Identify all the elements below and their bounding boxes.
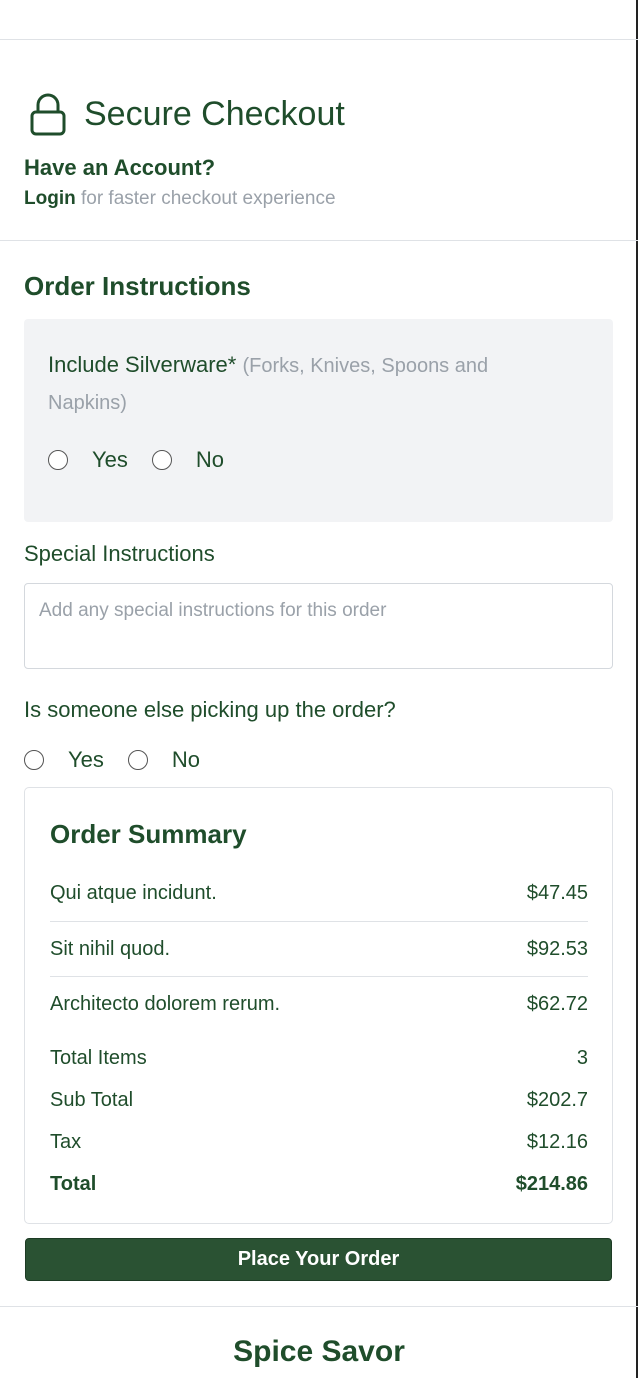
pickup-no-radio[interactable] [127, 750, 148, 770]
subtotal-label: Sub Total [50, 1089, 134, 1111]
order-summary-card: Order Summary Qui atque incidunt. $47.45… [24, 787, 613, 1224]
tax-label: Tax [50, 1131, 82, 1153]
total-items-row: Total Items 3 [50, 1047, 588, 1070]
lock-icon [30, 93, 66, 136]
pickup-yes-radio[interactable] [24, 750, 44, 770]
subtotal-value: $202.7 [526, 1089, 588, 1111]
row-divider [50, 976, 588, 977]
top-bar [0, 0, 638, 40]
account-heading: Have an Account? [24, 155, 216, 180]
item-price: $62.72 [526, 993, 588, 1015]
login-link[interactable]: Login [24, 188, 76, 209]
divider [0, 240, 638, 241]
subtotal-row: Sub Total $202.7 [50, 1089, 588, 1112]
silverware-panel: Include Silverware* (Forks, Knives, Spoo… [24, 319, 613, 522]
summary-item-row: Qui atque incidunt. $47.45 [50, 882, 588, 905]
total-label: Total [50, 1173, 97, 1195]
special-instructions-label: Special Instructions [24, 541, 215, 566]
pickup-question: Is someone else picking up the order? [24, 697, 396, 722]
summary-item-row: Sit nihil quod. $92.53 [50, 938, 588, 961]
item-name: Sit nihil quod. [50, 938, 171, 960]
silverware-options: Yes No [48, 447, 248, 473]
silverware-no-label[interactable]: No [196, 447, 224, 473]
order-instructions-title: Order Instructions [24, 271, 251, 301]
page-title: Secure Checkout [84, 95, 345, 133]
total-row: Total $214.86 [50, 1173, 588, 1196]
silverware-label: Include Silverware* [48, 352, 237, 377]
summary-item-row: Architecto dolorem rerum. $62.72 [50, 993, 588, 1016]
special-instructions-input[interactable]: Add any special instructions for this or… [24, 583, 613, 669]
silverware-yes-label[interactable]: Yes [92, 447, 128, 473]
order-summary-title: Order Summary [50, 819, 247, 849]
total-items-value: 3 [576, 1047, 588, 1069]
footer-divider [0, 1306, 638, 1307]
pickup-yes-label[interactable]: Yes [68, 747, 104, 773]
row-divider [50, 921, 588, 922]
silverware-no-radio[interactable] [151, 450, 172, 470]
total-items-label: Total Items [50, 1047, 147, 1069]
item-name: Architecto dolorem rerum. [50, 993, 281, 1015]
item-price: $92.53 [526, 938, 588, 960]
pickup-no-label[interactable]: No [172, 747, 200, 773]
item-price: $47.45 [526, 882, 588, 904]
login-hint: for faster checkout experience [75, 188, 336, 209]
login-prompt: Login for faster checkout experience [24, 188, 336, 210]
tax-row: Tax $12.16 [50, 1131, 588, 1154]
footer-brand: Spice Savor [233, 1335, 405, 1368]
pickup-options: Yes No [24, 747, 224, 773]
total-value: $214.86 [515, 1173, 588, 1195]
item-name: Qui atque incidunt. [50, 882, 217, 904]
place-order-button[interactable]: Place Your Order [25, 1238, 612, 1281]
silverware-yes-radio[interactable] [48, 450, 68, 470]
tax-value: $12.16 [526, 1131, 588, 1153]
silverware-question: Include Silverware* (Forks, Knives, Spoo… [48, 347, 568, 421]
